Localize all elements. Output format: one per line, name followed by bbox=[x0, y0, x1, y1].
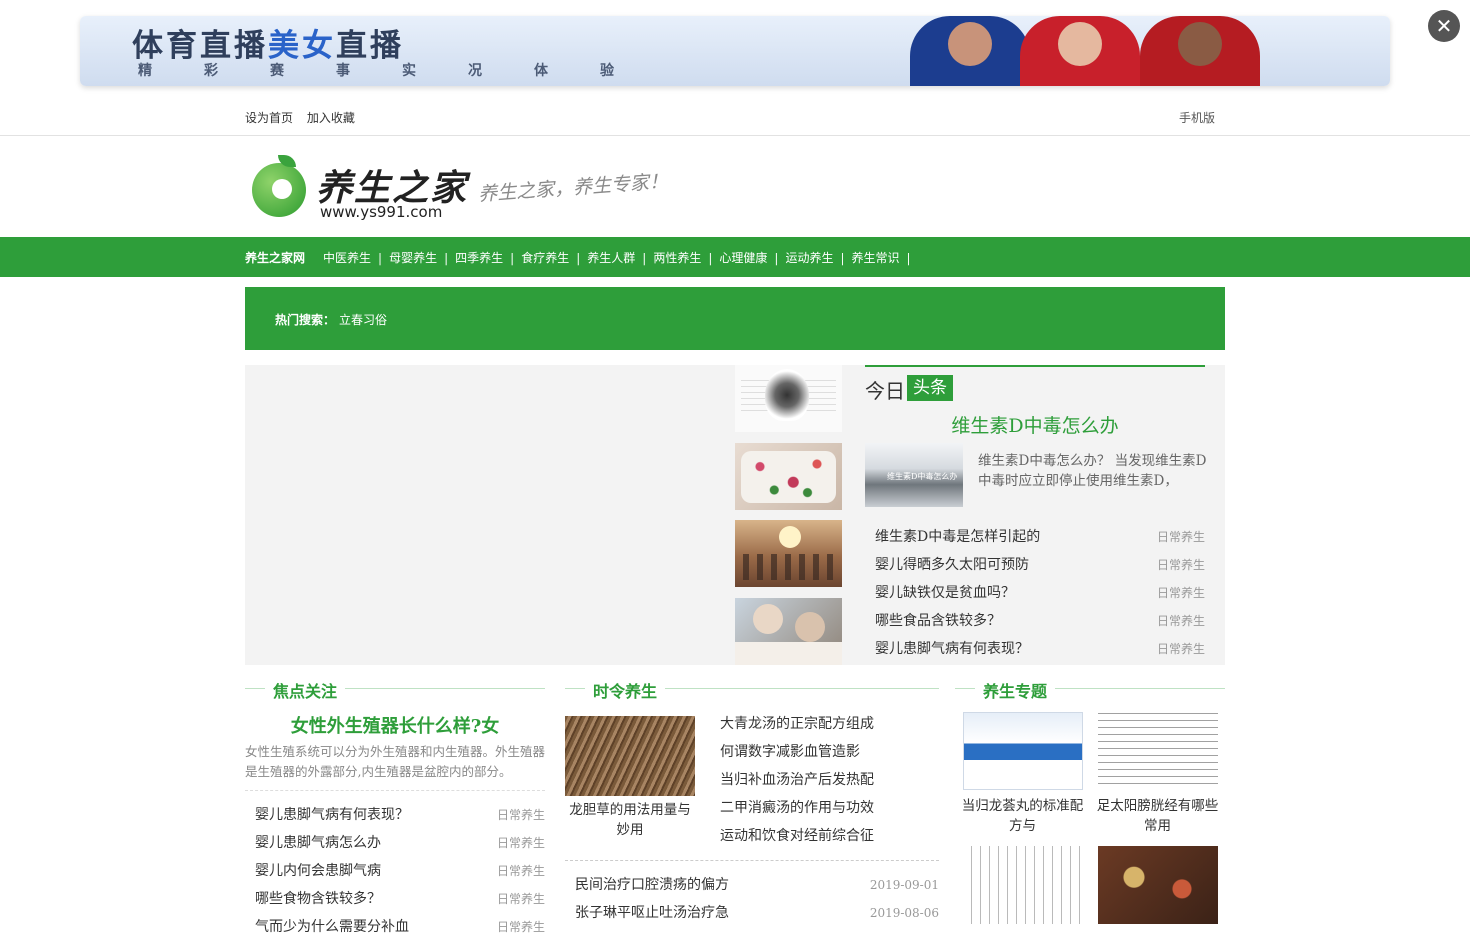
list-item[interactable]: 哪些食品含铁较多？ 日常养生 bbox=[875, 607, 1205, 635]
slider-thumb-elderly[interactable] bbox=[735, 598, 842, 665]
nav-item[interactable]: 心理健康 bbox=[719, 251, 767, 265]
section-header: 时令养生 bbox=[565, 678, 939, 701]
list-item[interactable]: 维生素D中毒是怎样引起的 日常养生 bbox=[875, 523, 1205, 551]
logo-url: www.ys991.com bbox=[320, 203, 443, 221]
close-banner-icon[interactable]: ✕ bbox=[1428, 10, 1460, 42]
hot-search-label: 热门搜索： bbox=[275, 313, 336, 327]
hot-search-keyword[interactable]: 立春习俗 bbox=[339, 311, 387, 328]
topic-card[interactable]: 当归龙荟丸的标准配方与 bbox=[960, 712, 1085, 836]
player-image bbox=[1020, 16, 1140, 86]
seasonal-side-list: 大青龙汤的正宗配方组成 何谓数字减影血管造影 当归补血汤治产后发热配 二甲消癜汤… bbox=[720, 710, 940, 850]
mobile-version-link[interactable]: 手机版 bbox=[1179, 109, 1215, 126]
site-logo[interactable]: 养生之家 www.ys991.com 养生之家，养生专家！ bbox=[250, 155, 670, 225]
list-item[interactable]: 哪些食物含铁较多？ 日常养生 bbox=[255, 885, 545, 913]
nav-separator: | bbox=[510, 251, 515, 265]
focus-list: 婴儿患脚气病有何表现？ 日常养生 婴儿患脚气病怎么办 日常养生 婴儿内何会患脚气病日… bbox=[255, 801, 545, 941]
logo-mark-icon bbox=[252, 163, 306, 217]
seasonal-dated-list: 民间治疗口腔溃疡的偏方 2019-09-01 张子琳平呕止吐汤治疗急 2019-08… bbox=[575, 871, 939, 927]
divider bbox=[245, 790, 545, 791]
nav-separator: | bbox=[378, 251, 383, 265]
list-item[interactable]: 当归补血汤治产后发热配 bbox=[720, 766, 940, 794]
nav-item[interactable]: 食疗养生 bbox=[521, 251, 569, 265]
nav-item[interactable]: 中医养生 bbox=[323, 251, 371, 265]
today-label: 今日 bbox=[865, 379, 905, 403]
headline-title[interactable]: 维生素D中毒怎么办 bbox=[865, 411, 1205, 438]
section-title: 养生专题 bbox=[983, 682, 1048, 701]
slider-thumb-pillow[interactable] bbox=[735, 443, 842, 510]
nav-item[interactable]: 养生常识 bbox=[852, 251, 900, 265]
logo-slogan: 养生之家，养生专家！ bbox=[477, 170, 669, 206]
headline-tag: 头条 bbox=[907, 375, 953, 401]
focus-headline[interactable]: 女性外生殖器长什么样?女 bbox=[245, 712, 545, 738]
nav-item[interactable]: 母婴养生 bbox=[389, 251, 437, 265]
hot-search-bar: 热门搜索： 立春习俗 bbox=[245, 287, 1225, 350]
player-image bbox=[1140, 16, 1260, 86]
headline-image[interactable]: 维生素D中毒怎么办 bbox=[865, 443, 963, 507]
headline-image-caption: 维生素D中毒怎么办 bbox=[887, 472, 958, 481]
headline-summary: 维生素D中毒怎么办？ 当发现维生素D中毒时应立即停止使用维生素D， bbox=[978, 453, 1207, 489]
list-item[interactable]: 二甲消癜汤的作用与功效 bbox=[720, 794, 940, 822]
top-utility-bar: 设为首页 加入收藏 手机版 bbox=[0, 100, 1470, 136]
nav-separator: | bbox=[642, 251, 647, 265]
main-nav: 养生之家网 中医养生 | 母婴养生 | 四季养生 | 食疗养生 | 养生人群 | 两性养生… bbox=[0, 237, 1470, 277]
headline-divider bbox=[865, 365, 1205, 367]
herbal-ingredients-image bbox=[1097, 846, 1218, 924]
list-item[interactable]: 婴儿患脚气病有何表现？ 日常养生 bbox=[255, 801, 545, 829]
topic-card-caption[interactable]: 当归龙荟丸的标准配方与 bbox=[960, 796, 1085, 836]
nav-item[interactable]: 四季养生 bbox=[455, 251, 503, 265]
banner-subtitle: 精彩赛事实况体验 bbox=[138, 63, 666, 79]
meridian-diagram-image bbox=[962, 846, 1083, 924]
slider-thumb-acupoint[interactable] bbox=[735, 365, 842, 432]
nav-separator: | bbox=[840, 251, 845, 265]
herb-image[interactable] bbox=[565, 716, 695, 796]
add-favorite-link[interactable]: 加入收藏 bbox=[307, 111, 355, 125]
section-header: 焦点关注 bbox=[245, 678, 545, 701]
list-item[interactable]: 运动和饮食对经前综合征 bbox=[720, 822, 940, 850]
nav-item[interactable]: 养生人群 bbox=[587, 251, 635, 265]
section-title: 时令养生 bbox=[593, 682, 658, 701]
section-header: 养生专题 bbox=[955, 678, 1225, 701]
nav-item-home[interactable]: 养生之家网 bbox=[245, 249, 305, 266]
nav-item[interactable]: 运动养生 bbox=[785, 251, 833, 265]
nav-separator: | bbox=[708, 251, 713, 265]
set-homepage-link[interactable]: 设为首页 bbox=[245, 111, 293, 125]
medicine-box-image bbox=[962, 712, 1083, 790]
list-item[interactable]: 婴儿缺铁仅是贫血吗？ 日常养生 bbox=[875, 579, 1205, 607]
list-item[interactable]: 婴儿得晒多久太阳可预防 日常养生 bbox=[875, 551, 1205, 579]
list-item[interactable]: 婴儿内何会患脚气病 日常养生 bbox=[255, 857, 545, 885]
section-title: 焦点关注 bbox=[273, 682, 338, 701]
list-item[interactable]: 何谓数字减影血管造影 bbox=[720, 738, 940, 766]
topic-card[interactable]: 足太阳膀胱经有哪些常用 bbox=[1095, 712, 1220, 836]
list-item[interactable]: 婴儿患脚气病怎么办 日常养生 bbox=[255, 829, 545, 857]
topic-card-caption[interactable]: 足太阳膀胱经有哪些常用 bbox=[1095, 796, 1220, 836]
list-item[interactable]: 民间治疗口腔溃疡的偏方 2019-09-01 bbox=[575, 871, 939, 899]
nav-item[interactable]: 两性养生 bbox=[653, 251, 701, 265]
player-image bbox=[910, 16, 1030, 86]
meridian-chart-image bbox=[1097, 712, 1218, 790]
topic-card[interactable] bbox=[960, 846, 1085, 930]
list-item[interactable]: 婴儿患脚气病有何表现？ 日常养生 bbox=[875, 635, 1205, 663]
list-item[interactable]: 气而少为什么需要分补血 日常养生 bbox=[255, 913, 545, 941]
top-ad-banner[interactable]: 体育直播美女直播 精彩赛事实况体验 bbox=[80, 16, 1390, 86]
nav-separator: | bbox=[576, 251, 581, 265]
nav-separator: | bbox=[906, 251, 911, 265]
focus-summary: 女性生殖系统可以分为外生殖器和内生殖器。外生殖器是生殖器的外露部分,内生殖器是盆… bbox=[245, 744, 546, 779]
slider-thumb-sunrise[interactable] bbox=[735, 520, 842, 587]
banner-title: 体育直播美女直播 bbox=[132, 28, 404, 64]
topic-card[interactable] bbox=[1095, 846, 1220, 930]
nav-separator: | bbox=[774, 251, 779, 265]
list-item[interactable]: 大青龙汤的正宗配方组成 bbox=[720, 710, 940, 738]
herb-image-caption[interactable]: 龙胆草的用法用量与妙用 bbox=[565, 800, 695, 840]
headline-list: 维生素D中毒是怎样引起的 日常养生 婴儿得晒多久太阳可预防 日常养生 婴儿缺铁仅是贫… bbox=[875, 523, 1205, 663]
divider bbox=[565, 860, 939, 861]
nav-separator: | bbox=[444, 251, 449, 265]
